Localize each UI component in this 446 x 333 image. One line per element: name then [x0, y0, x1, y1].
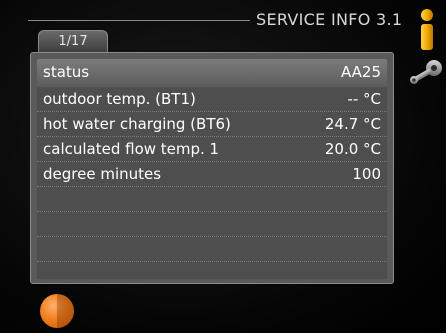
- list-item-value: 20.0 °C: [324, 140, 381, 158]
- service-info-panel: status AA25 outdoor temp. (BT1) -- °C ho…: [30, 52, 394, 284]
- title-divider: [28, 20, 250, 21]
- wrench-tools-icon[interactable]: [408, 58, 444, 86]
- list-item[interactable]: calculated flow temp. 1 20.0 °C: [37, 137, 387, 162]
- list-item-value: 24.7 °C: [324, 115, 381, 133]
- list-item-empty: [37, 212, 387, 237]
- list-item-empty: [37, 237, 387, 262]
- display-screen: SERVICE INFO 3.1 1/17 status AA25 outdoo…: [0, 0, 446, 333]
- list-item-label: outdoor temp. (BT1): [43, 90, 196, 108]
- list-item-empty: [37, 262, 387, 283]
- status-value: AA25: [340, 63, 381, 81]
- list-item[interactable]: degree minutes 100: [37, 162, 387, 187]
- list-item-label: degree minutes: [43, 165, 162, 183]
- list-item-value: 100: [352, 165, 381, 183]
- menu-title: SERVICE INFO 3.1: [256, 10, 403, 29]
- orange-control-knob-icon[interactable]: [40, 294, 74, 328]
- list-item-label: hot water charging (BT6): [43, 115, 231, 133]
- status-row[interactable]: status AA25: [37, 59, 387, 85]
- info-icon[interactable]: [418, 8, 436, 52]
- list-item[interactable]: hot water charging (BT6) 24.7 °C: [37, 112, 387, 137]
- list-item-label: calculated flow temp. 1: [43, 140, 220, 158]
- list-item[interactable]: outdoor temp. (BT1) -- °C: [37, 87, 387, 112]
- page-indicator-tab[interactable]: 1/17: [38, 30, 108, 52]
- list-item-empty: [37, 187, 387, 212]
- info-list: outdoor temp. (BT1) -- °C hot water char…: [37, 87, 387, 279]
- list-item-value: -- °C: [347, 90, 381, 108]
- status-label: status: [43, 63, 90, 81]
